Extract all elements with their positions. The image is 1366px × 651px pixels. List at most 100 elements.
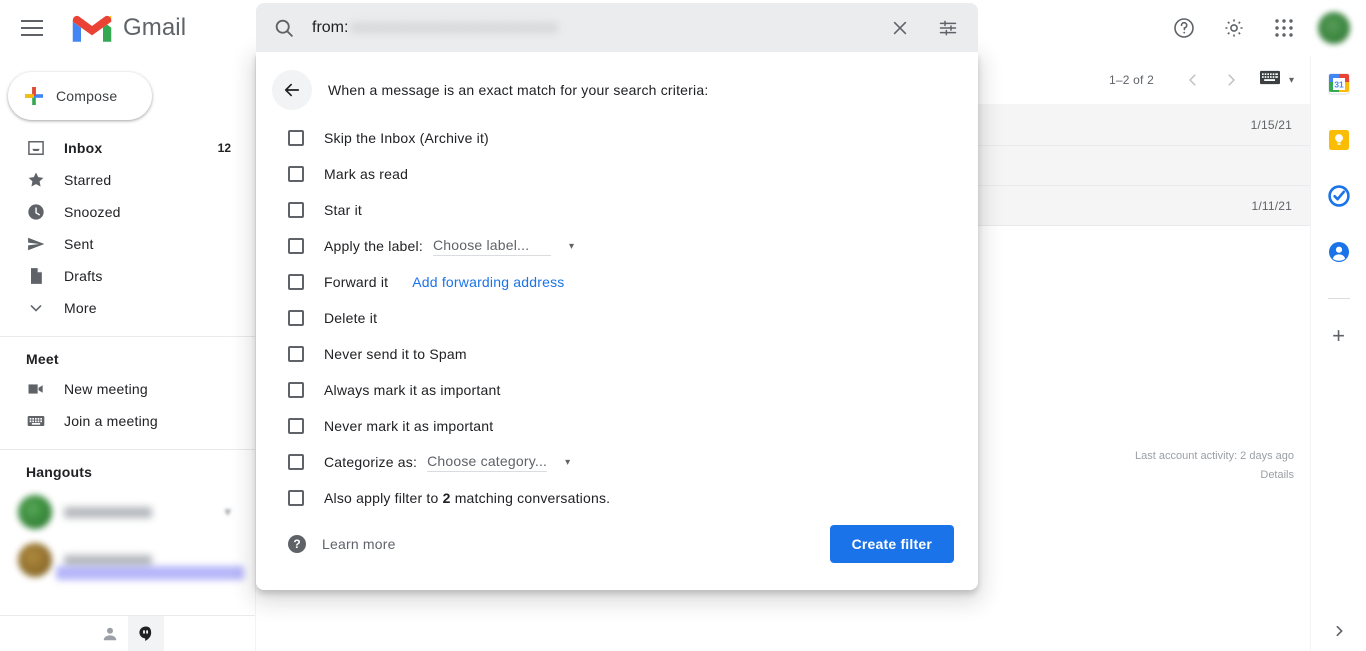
sidebar-item-label: New meeting <box>64 381 148 397</box>
list-item[interactable]: ▾ <box>0 488 255 536</box>
sidebar-item-starred[interactable]: Starred <box>0 164 245 196</box>
filter-row-forward-it[interactable]: Forward it Add forwarding address <box>272 264 978 300</box>
hangouts-icon[interactable] <box>127 615 164 651</box>
gear-icon[interactable] <box>1210 4 1258 52</box>
compose-label: Compose <box>56 88 118 104</box>
hamburger-icon[interactable] <box>8 4 56 52</box>
hangouts-contacts: ▾ <box>0 486 255 584</box>
contact-name-redacted <box>64 506 152 518</box>
checkbox[interactable] <box>288 382 304 398</box>
star-icon <box>26 170 46 190</box>
contact-status-redacted <box>56 566 244 580</box>
label-select[interactable]: Choose label... ▾ <box>432 237 574 256</box>
sidebar-item-inbox[interactable]: Inbox 12 <box>0 132 245 164</box>
compose-button[interactable]: Compose <box>8 72 152 120</box>
category-select-value: Choose category... <box>427 453 548 472</box>
mail-date: 1/11/21 <box>1251 198 1292 213</box>
filter-row-star-it[interactable]: Star it <box>272 192 978 228</box>
google-contacts-icon[interactable] <box>1327 240 1351 264</box>
plus-icon[interactable]: + <box>1332 325 1345 347</box>
add-forwarding-address-link[interactable]: Add forwarding address <box>412 274 564 290</box>
filter-row-label: Forward it <box>324 274 389 290</box>
checkbox[interactable] <box>288 238 304 254</box>
sidebar-item-snoozed[interactable]: Snoozed <box>0 196 245 228</box>
account-activity-text: Last account activity: 2 days ago <box>1135 450 1294 462</box>
search-bar[interactable]: from: xxxxxxxxxxxxxxxxxxxxxxxxx <box>256 3 978 52</box>
gmail-logo[interactable]: Gmail <box>70 11 186 45</box>
chevron-down-icon[interactable]: ▾ <box>224 504 231 520</box>
close-icon[interactable] <box>876 4 924 52</box>
help-icon[interactable] <box>1160 4 1208 52</box>
filter-row-label: Never mark it as important <box>324 418 494 434</box>
back-arrow-icon[interactable] <box>272 70 312 110</box>
sidebar-item-sent[interactable]: Sent <box>0 228 245 260</box>
caret-down-icon: ▾ <box>568 240 574 252</box>
apps-grid-icon[interactable] <box>1260 4 1308 52</box>
sidebar-item-new-meeting[interactable]: New meeting <box>0 373 245 405</box>
svg-text:31: 31 <box>1334 79 1344 89</box>
checkbox[interactable] <box>288 418 304 434</box>
sidebar-item-label: More <box>64 300 97 316</box>
filter-row-label: Mark as read <box>324 166 409 182</box>
avatar[interactable] <box>1318 12 1350 44</box>
chevron-left-icon[interactable] <box>1176 63 1210 97</box>
avatar <box>18 495 52 529</box>
keyboard-icon <box>1259 70 1280 90</box>
filter-row-delete-it[interactable]: Delete it <box>272 300 978 336</box>
list-item[interactable] <box>0 536 255 584</box>
filter-row-label: Star it <box>324 202 362 218</box>
chevron-down-icon <box>26 298 46 318</box>
category-select[interactable]: Choose category... ▾ <box>427 453 570 472</box>
chevron-right-icon[interactable] <box>1311 623 1366 639</box>
sidebar-item-label: Snoozed <box>64 204 121 220</box>
checkbox[interactable] <box>288 274 304 290</box>
keyboard-icon <box>26 411 46 431</box>
checkbox[interactable] <box>288 166 304 182</box>
learn-more-link[interactable]: Learn more <box>322 536 396 552</box>
search-input[interactable]: from: xxxxxxxxxxxxxxxxxxxxxxxxx <box>308 3 876 52</box>
sidebar-item-label: Sent <box>64 236 94 252</box>
filter-row-mark-as-read[interactable]: Mark as read <box>272 156 978 192</box>
google-calendar-icon[interactable]: 31 <box>1327 72 1351 96</box>
checkbox[interactable] <box>288 346 304 362</box>
sidebar-item-more[interactable]: More <box>0 292 245 324</box>
chevron-right-icon[interactable] <box>1214 63 1248 97</box>
filter-row-label: Always mark it as important <box>324 382 501 398</box>
create-filter-button[interactable]: Create filter <box>829 525 954 563</box>
meet-section-title: Meet <box>26 351 59 367</box>
filter-row-never-important[interactable]: Never mark it as important <box>272 408 978 444</box>
search-icon[interactable] <box>260 4 308 52</box>
details-link[interactable]: Details <box>1260 469 1294 481</box>
filter-row-categorize-as[interactable]: Categorize as: Choose category... ▾ <box>272 444 978 480</box>
checkbox[interactable] <box>288 454 304 470</box>
sidebar-item-join-meeting[interactable]: Join a meeting <box>0 405 245 437</box>
filter-row-always-important[interactable]: Always mark it as important <box>272 372 978 408</box>
sidebar-item-label: Drafts <box>64 268 103 284</box>
filter-row-label: Categorize as: <box>324 454 418 470</box>
sidebar-item-label: Starred <box>64 172 112 188</box>
filter-row-label: Skip the Inbox (Archive it) <box>324 130 489 146</box>
filter-row-skip-inbox[interactable]: Skip the Inbox (Archive it) <box>272 120 978 156</box>
filter-row-apply-label[interactable]: Apply the label: Choose label... ▾ <box>272 228 978 264</box>
hangouts-tabs <box>0 615 255 651</box>
checkbox[interactable] <box>288 130 304 146</box>
help-icon[interactable]: ? <box>288 535 306 553</box>
input-tools-button[interactable]: ▾ <box>1259 70 1294 90</box>
google-tasks-icon[interactable] <box>1327 184 1351 208</box>
caret-down-icon: ▾ <box>565 456 571 468</box>
draft-icon <box>26 266 46 286</box>
plus-icon <box>22 84 46 108</box>
person-icon[interactable] <box>92 616 128 651</box>
filter-row-label: Delete it <box>324 310 378 326</box>
checkbox[interactable] <box>288 310 304 326</box>
checkbox[interactable] <box>288 202 304 218</box>
inbox-icon <box>26 138 46 158</box>
video-camera-icon <box>26 379 46 399</box>
clock-icon <box>26 202 46 222</box>
sidebar-item-drafts[interactable]: Drafts <box>0 260 245 292</box>
search-value-redacted: xxxxxxxxxxxxxxxxxxxxxxxxx <box>350 18 558 36</box>
search-options-icon[interactable] <box>924 4 972 52</box>
filter-row-never-spam[interactable]: Never send it to Spam <box>272 336 978 372</box>
filter-actions-list: Skip the Inbox (Archive it) Mark as read… <box>256 110 978 516</box>
google-keep-icon[interactable] <box>1327 128 1351 152</box>
